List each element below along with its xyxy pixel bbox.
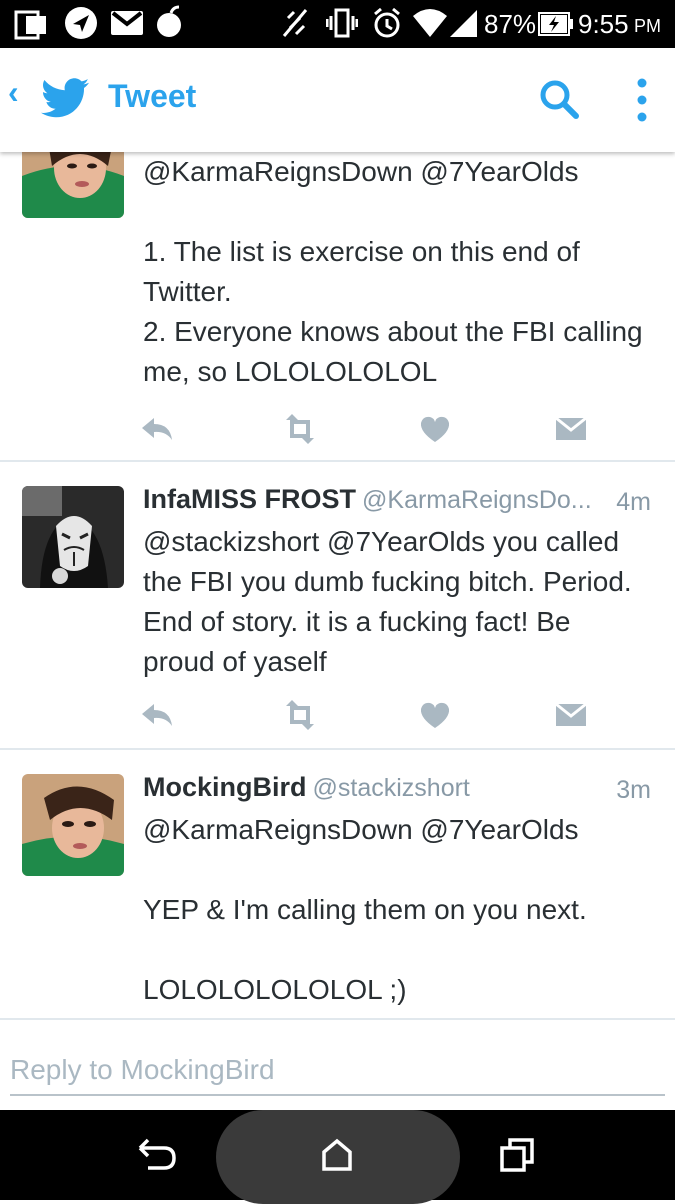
retweet-icon[interactable] <box>280 414 320 444</box>
recents-icon[interactable] <box>500 1138 534 1172</box>
page-title: Tweet <box>108 78 197 114</box>
reply-input[interactable] <box>10 1046 665 1096</box>
retweet-icon[interactable] <box>280 700 320 730</box>
like-icon[interactable] <box>418 700 452 730</box>
tweet-item[interactable]: InfaMISS FROST @KarmaReignsDo... 4m @stac… <box>0 462 675 748</box>
reply-icon[interactable] <box>140 700 174 730</box>
twitter-bird-icon[interactable] <box>40 78 90 118</box>
tweet-text: 1. The list is exercise on this end of T… <box>143 236 643 387</box>
avatar[interactable] <box>22 486 124 588</box>
home-icon <box>322 1138 352 1171</box>
direct-message-icon[interactable] <box>554 414 588 444</box>
tweet-time: 3m <box>616 776 651 804</box>
author-name: MockingBird <box>143 772 307 802</box>
author-handle: @stackizshort <box>312 774 470 802</box>
tweet-mentions[interactable]: @KarmaReignsDown @7YearOlds <box>143 152 643 192</box>
overflow-menu-icon[interactable] <box>634 78 650 122</box>
search-icon[interactable] <box>538 78 580 120</box>
tweet-text: YEP & I'm calling them on you next. LOLO… <box>143 894 587 1005</box>
tweet-mentions[interactable]: @KarmaReignsDown @7YearOlds <box>143 810 643 850</box>
reply-icon[interactable] <box>140 414 174 444</box>
back-icon[interactable] <box>138 1138 178 1172</box>
like-icon[interactable] <box>418 414 452 444</box>
avatar[interactable] <box>22 774 124 876</box>
reply-bar <box>0 1020 675 1110</box>
author-name: InfaMISS FROST <box>143 484 357 514</box>
system-nav-bar <box>0 1110 675 1204</box>
direct-message-icon[interactable] <box>554 700 588 730</box>
tweet-item[interactable]: MockingBird @stackizshort 3m @KarmaReigns… <box>0 750 675 1018</box>
tweet-actions <box>140 414 590 444</box>
app-bar: ‹ Tweet <box>0 48 675 152</box>
author-handle: @KarmaReignsDo... <box>362 486 592 514</box>
tweet-author[interactable]: MockingBird @stackizshort <box>143 772 470 803</box>
home-button[interactable] <box>216 1110 460 1204</box>
tweet-author[interactable]: InfaMISS FROST @KarmaReignsDo... <box>143 484 592 515</box>
tweet-text: @stackizshort @7YearOlds you called the … <box>143 526 640 677</box>
tweet-time: 4m <box>616 488 651 516</box>
tweet-actions <box>140 700 590 730</box>
back-chevron-icon[interactable]: ‹ <box>8 74 19 111</box>
